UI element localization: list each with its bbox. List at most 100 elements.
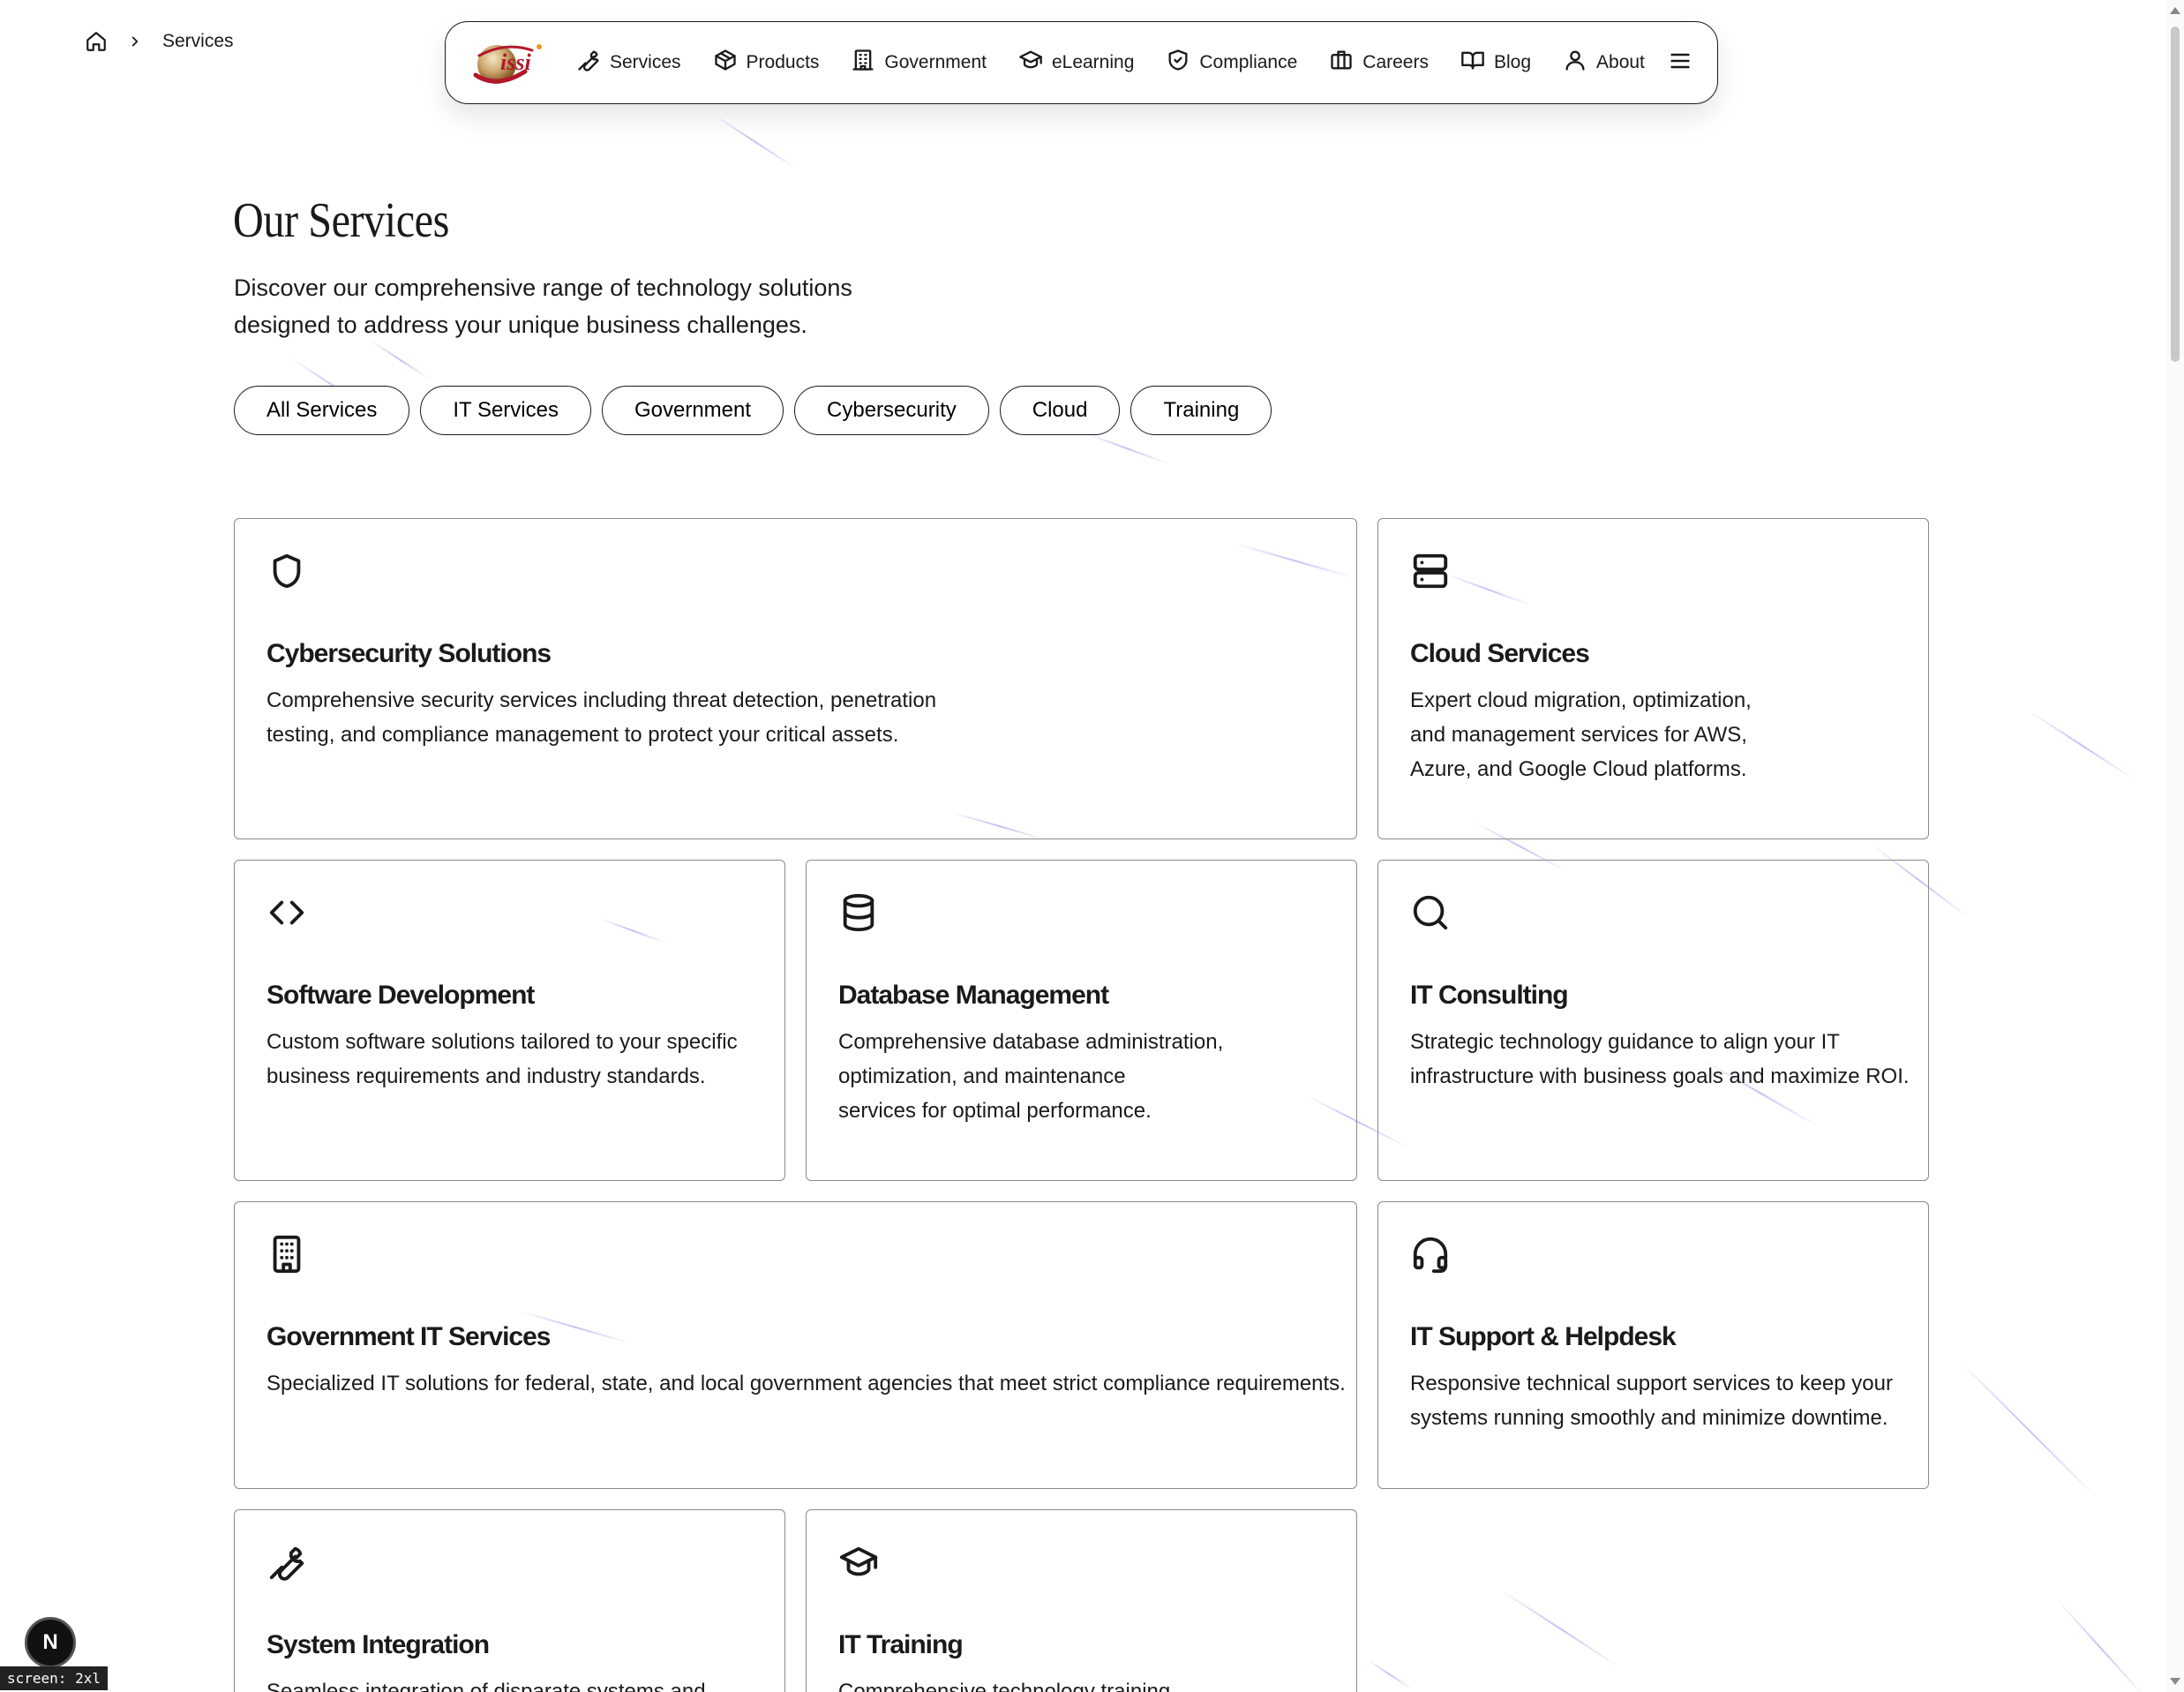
box-icon xyxy=(713,48,738,78)
card-line: Seamless integration of disparate system… xyxy=(266,1680,706,1692)
subtitle-line: designed to address your unique business… xyxy=(234,312,807,338)
filter-training[interactable]: Training xyxy=(1130,386,1272,435)
card-title: Database Management xyxy=(838,981,1109,1010)
scrollbar-thumb[interactable] xyxy=(2171,26,2180,362)
card-line: services for optimal performance. xyxy=(838,1099,1152,1123)
scroll-up-arrow[interactable] xyxy=(2170,7,2180,14)
home-icon[interactable] xyxy=(85,30,108,53)
card-line: systems running smoothly and minimize do… xyxy=(1410,1406,1888,1430)
card-title: IT Training xyxy=(838,1630,964,1659)
service-card-software-development[interactable]: Software Development Custom software sol… xyxy=(234,860,785,1181)
nav-item-elearning[interactable]: eLearning xyxy=(1018,48,1134,78)
card-description: Specialized IT solutions for federal, st… xyxy=(266,1366,1346,1401)
subtitle-line: Discover our comprehensive range of tech… xyxy=(234,274,852,301)
card-line: Comprehensive security services includin… xyxy=(266,688,937,712)
svg-text:issi: issi xyxy=(500,49,531,75)
filter-cloud[interactable]: Cloud xyxy=(999,386,1121,435)
book-open-icon xyxy=(1460,48,1485,78)
service-card-government-it[interactable]: Government IT Services Specialized IT so… xyxy=(234,1201,1357,1489)
card-line: Responsive technical support services to… xyxy=(1410,1372,1893,1395)
card-title: Cybersecurity Solutions xyxy=(266,639,552,668)
card-line: Strategic technology guidance to align y… xyxy=(1410,1030,1840,1054)
page-subtitle: Discover our comprehensive range of tech… xyxy=(234,269,887,343)
card-description: Strategic technology guidance to align y… xyxy=(1410,1025,1910,1094)
card-line: and management services for AWS, xyxy=(1410,723,1747,747)
card-description: Comprehensive technology training xyxy=(838,1674,1170,1692)
filter-it-services[interactable]: IT Services xyxy=(420,386,591,435)
card-title: IT Consulting xyxy=(1410,981,1569,1010)
card-line: business requirements and industry stand… xyxy=(266,1064,706,1088)
graduation-cap-icon xyxy=(838,1542,879,1583)
service-card-it-consulting[interactable]: IT Consulting Strategic technology guida… xyxy=(1377,860,1929,1181)
card-description: Expert cloud migration, optimization, an… xyxy=(1410,683,1752,786)
dev-tools-badge[interactable]: N xyxy=(25,1617,76,1668)
database-icon xyxy=(838,892,879,933)
nav-item-services[interactable]: Services xyxy=(576,48,681,78)
card-line: Specialized IT solutions for federal, st… xyxy=(266,1372,1346,1395)
nav-label: Blog xyxy=(1493,52,1532,72)
card-line: Comprehensive technology training xyxy=(838,1680,1171,1692)
nav-item-compliance[interactable]: Compliance xyxy=(1166,48,1297,78)
building-icon xyxy=(266,1234,307,1275)
card-description: Comprehensive database administration, o… xyxy=(838,1025,1223,1128)
filter-all-services[interactable]: All Services xyxy=(234,386,410,435)
nav-item-government[interactable]: Government xyxy=(851,48,987,78)
nav-item-careers[interactable]: Careers xyxy=(1329,48,1429,78)
card-description: Custom software solutions tailored to yo… xyxy=(266,1025,738,1094)
card-title: Software Development xyxy=(266,981,535,1010)
screen-size-tag: screen: 2xl xyxy=(0,1666,108,1690)
service-card-database-management[interactable]: Database Management Comprehensive databa… xyxy=(806,860,1357,1181)
card-line: Comprehensive database administration, xyxy=(838,1030,1224,1054)
hamburger-menu-icon[interactable] xyxy=(1668,49,1692,78)
nav-label: Compliance xyxy=(1199,52,1298,72)
service-card-system-integration[interactable]: System Integration Seamless integration … xyxy=(234,1509,785,1692)
nav-label: Government xyxy=(884,52,987,72)
service-filters: All Services IT Services Government Cybe… xyxy=(234,386,1272,435)
page-scrollbar[interactable] xyxy=(2166,0,2184,1692)
service-card-it-training[interactable]: IT Training Comprehensive technology tra… xyxy=(806,1509,1357,1692)
user-icon xyxy=(1563,48,1587,78)
code-icon xyxy=(266,892,307,933)
nav-item-products[interactable]: Products xyxy=(713,48,820,78)
card-title: IT Support & Helpdesk xyxy=(1410,1322,1677,1351)
main-navbar: issi Services Products Government eLearn… xyxy=(445,21,1718,104)
breadcrumb: Services xyxy=(85,30,234,53)
nav-item-about[interactable]: About xyxy=(1563,48,1645,78)
card-line: infrastructure with business goals and m… xyxy=(1410,1064,1910,1088)
card-line: Custom software solutions tailored to yo… xyxy=(266,1030,738,1054)
breadcrumb-current: Services xyxy=(162,31,234,51)
card-title: Cloud Services xyxy=(1410,639,1590,668)
filter-government[interactable]: Government xyxy=(601,386,784,435)
headset-icon xyxy=(1410,1234,1451,1275)
service-card-it-support[interactable]: IT Support & Helpdesk Responsive technic… xyxy=(1377,1201,1929,1489)
nav-label: About xyxy=(1596,52,1645,72)
nav-item-blog[interactable]: Blog xyxy=(1460,48,1531,78)
nav-label: Careers xyxy=(1362,52,1429,72)
card-description: Responsive technical support services to… xyxy=(1410,1366,1893,1435)
card-line: testing, and compliance management to pr… xyxy=(266,723,899,747)
card-line: optimization, and maintenance xyxy=(838,1064,1126,1088)
card-line: Expert cloud migration, optimization, xyxy=(1410,688,1752,712)
scroll-down-arrow[interactable] xyxy=(2170,1678,2180,1685)
wrench-icon xyxy=(266,1542,307,1583)
page-title: Our Services xyxy=(233,193,449,248)
briefcase-icon xyxy=(1329,48,1354,78)
graduation-cap-icon xyxy=(1018,48,1043,78)
service-card-cybersecurity[interactable]: Cybersecurity Solutions Comprehensive se… xyxy=(234,518,1357,839)
server-icon xyxy=(1410,551,1451,591)
wrench-icon xyxy=(576,48,601,78)
card-title: System Integration xyxy=(266,1630,490,1659)
issi-logo[interactable]: issi xyxy=(470,38,550,87)
shield-icon xyxy=(266,551,307,591)
filter-cybersecurity[interactable]: Cybersecurity xyxy=(794,386,989,435)
card-line: Azure, and Google Cloud platforms. xyxy=(1410,757,1747,781)
service-card-cloud[interactable]: Cloud Services Expert cloud migration, o… xyxy=(1377,518,1929,839)
nav-label: eLearning xyxy=(1051,52,1135,72)
chevron-right-icon xyxy=(127,34,143,49)
card-description: Comprehensive security services includin… xyxy=(266,683,936,752)
card-description: Seamless integration of disparate system… xyxy=(266,1674,706,1692)
building-icon xyxy=(851,48,875,78)
search-icon xyxy=(1410,892,1451,933)
nav-items: Services Products Government eLearning C… xyxy=(576,48,1645,78)
nav-label: Products xyxy=(746,52,820,72)
